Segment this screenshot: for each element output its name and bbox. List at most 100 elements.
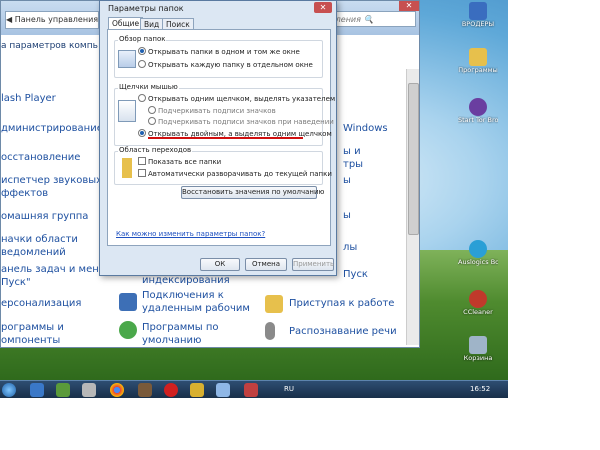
folder-options-help-link[interactable]: Как можно изменить параметры папок? (116, 230, 265, 238)
cp-item-homegroup[interactable]: омашняя группа (1, 210, 88, 223)
cp-item-r2[interactable]: ы и (343, 145, 361, 158)
tor-icon (469, 98, 487, 116)
boostspeed-icon (469, 240, 487, 258)
red-underline-annotation (148, 137, 303, 139)
taskbar-app-3[interactable] (82, 383, 96, 397)
checkbox-show-all-folders[interactable]: Показать все папки (138, 157, 221, 167)
cp-item-remote[interactable]: Подключения к (142, 289, 224, 302)
cp-item-windows[interactable]: Windows (343, 122, 388, 135)
taskbar: RU 16:52 (0, 380, 508, 398)
desktop-icon-label: Корзина (463, 354, 493, 362)
restore-defaults-button[interactable]: Восстановить значения по умолчанию (181, 186, 324, 199)
mouse-pointer-icon (118, 100, 136, 122)
cp-item-r3[interactable]: тры (343, 158, 363, 171)
cp-item-r5[interactable]: ы (343, 209, 351, 222)
checkbox-indicator (138, 169, 146, 177)
radio-indicator (148, 117, 156, 125)
taskbar-app-1[interactable] (30, 383, 44, 397)
clock[interactable]: 16:52 (470, 385, 490, 393)
language-indicator[interactable]: RU (284, 385, 294, 393)
scrollbar-thumb[interactable] (408, 83, 419, 235)
folder-options-dialog: Параметры папок ✕ Общие Вид Поиск Обзор … (99, 0, 337, 276)
desktop-icon-label: Программы (458, 66, 498, 74)
click-items-label: Щелчки мышью (118, 83, 179, 91)
default-programs-icon (119, 321, 137, 339)
getting-started-icon (265, 295, 283, 313)
taskbar-app-9[interactable] (244, 383, 258, 397)
desktop-icon-2[interactable]: Программы (458, 48, 498, 74)
address-text: Панель управления (14, 15, 99, 24)
radio-browse-separate[interactable]: Открывать каждую папку в отдельном окне (138, 60, 313, 70)
cp-item-taskbar-2[interactable]: Пуск" (1, 276, 31, 289)
cp-item-notification-2[interactable]: ведомлений (1, 246, 66, 259)
cp-item-speech[interactable]: Распознавание речи (289, 325, 397, 338)
cp-item-r7[interactable]: Пуск (343, 268, 368, 281)
microphone-icon (265, 322, 275, 340)
browse-folders-group (114, 40, 323, 78)
cp-item-default-programs[interactable]: Программы по (142, 321, 219, 334)
radio-underline-system[interactable]: Подчеркивать подписи значков (148, 106, 276, 116)
taskbar-app-7[interactable] (190, 383, 204, 397)
desktop-icon-label: ВРОДЕРЫ (461, 20, 495, 28)
close-icon: ✕ (319, 3, 327, 12)
dialog-title: Параметры папок (108, 4, 184, 13)
recycle-bin-icon (469, 336, 487, 354)
search-icon: 🔍 (363, 15, 374, 24)
start-button[interactable] (2, 383, 16, 397)
radio-label: Открывать папки в одном и том же окне (148, 48, 300, 56)
taskbar-app-8[interactable] (216, 383, 230, 397)
radio-browse-same[interactable]: Открывать папки в одном и том же окне (138, 47, 300, 57)
radio-indicator (138, 60, 146, 68)
radio-indicator (138, 129, 146, 137)
ok-button[interactable]: ОК (200, 258, 240, 271)
cp-item-flash[interactable]: lash Player (1, 92, 56, 105)
cp-item-notification[interactable]: начки области (1, 233, 78, 246)
desktop-icon-1[interactable]: ВРОДЕРЫ (458, 2, 498, 28)
cp-item-sound-2[interactable]: ффектов (1, 187, 48, 200)
scrollbar[interactable] (406, 69, 419, 345)
taskbar-app-2[interactable] (56, 383, 70, 397)
cp-item-taskbar[interactable]: анель задач и меню (1, 263, 107, 276)
desktop-icon-5[interactable]: CCleaner (458, 290, 498, 316)
radio-label: Подчеркивать подписи значков (158, 107, 276, 115)
desktop-icon-6[interactable]: Корзина (458, 336, 498, 362)
checkbox-indicator (138, 157, 146, 165)
radio-single-click[interactable]: Открывать одним щелчком, выделять указат… (138, 94, 335, 104)
checkbox-auto-expand[interactable]: Автоматически разворачивать до текущей п… (138, 169, 332, 179)
cp-item-admin[interactable]: дминистрирование (1, 122, 103, 135)
cp-item-personalization[interactable]: ерсонализация (1, 297, 81, 310)
cp-item-recovery[interactable]: осстановление (1, 151, 80, 164)
cp-item-getting-started[interactable]: Приступая к работе (289, 297, 394, 310)
apply-button[interactable]: Применить (292, 258, 334, 271)
radio-indicator (138, 94, 146, 102)
desktop-icon-3[interactable]: Start Tor Browse... (458, 98, 498, 124)
cp-item-programs[interactable]: рограммы и (1, 321, 64, 334)
cp-item-programs-2[interactable]: омпоненты (1, 334, 60, 347)
cp-item-r6[interactable]: лы (343, 241, 357, 254)
cp-item-remote-2[interactable]: удаленным рабочим (142, 302, 250, 315)
cp-item-default-programs-2[interactable]: умолчанию (142, 334, 201, 347)
opera-icon[interactable] (164, 383, 178, 397)
desktop-icon-label: Auslogics BoostSpeed (458, 258, 498, 266)
radio-indicator (148, 106, 156, 114)
close-button[interactable]: ✕ (399, 1, 419, 11)
cp-item-sound[interactable]: испетчер звуковых (1, 174, 102, 187)
chrome-icon[interactable] (110, 383, 124, 397)
desktop-icon-label: Start Tor Browse... (458, 116, 498, 124)
app-icon (469, 2, 487, 20)
navigation-pane-label: Область переходов (118, 146, 193, 154)
folder-icon (469, 48, 487, 66)
desktop-icon-label: CCleaner (463, 308, 493, 316)
address-bar[interactable]: ◀ Панель управления (5, 11, 99, 29)
browse-folders-label: Обзор папок (118, 35, 167, 43)
checkbox-label: Автоматически разворачивать до текущей п… (148, 170, 332, 178)
dialog-close-button[interactable]: ✕ (314, 2, 332, 13)
radio-label: Открывать каждую папку в отдельном окне (148, 61, 313, 69)
cp-item-r4[interactable]: ы (343, 174, 351, 187)
checkbox-label: Показать все папки (148, 158, 222, 166)
cancel-button[interactable]: Отмена (245, 258, 287, 271)
taskbar-app-5[interactable] (138, 383, 152, 397)
browse-folders-icon (118, 50, 136, 68)
desktop-icon-4[interactable]: Auslogics BoostSpeed (458, 240, 498, 266)
radio-underline-hover[interactable]: Подчеркивать подписи значков при наведен… (148, 117, 334, 127)
